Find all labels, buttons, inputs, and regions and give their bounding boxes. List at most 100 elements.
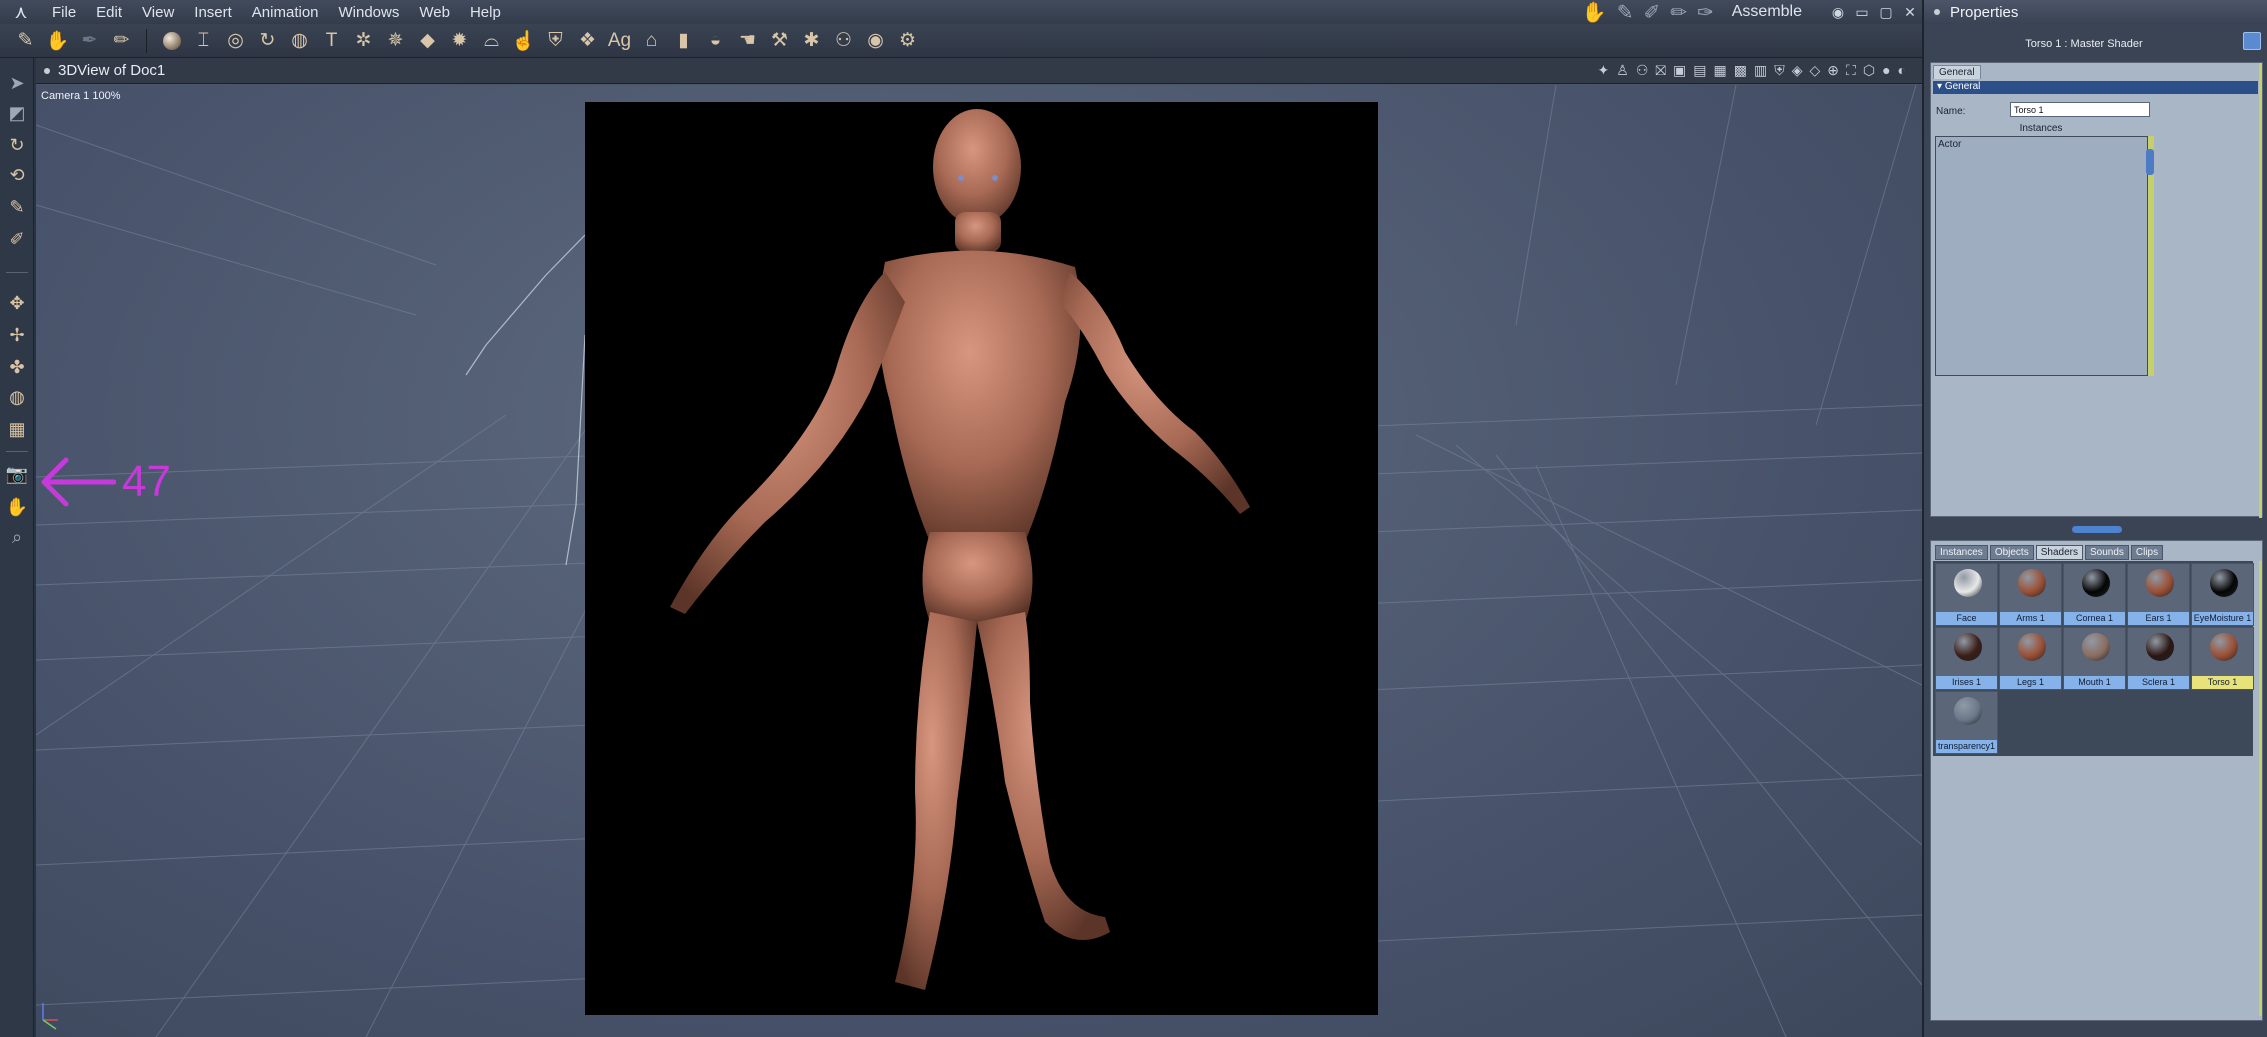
fitting-room-icon[interactable]: ✐ [1643, 0, 1660, 25]
figure-icon[interactable]: ♙ [1616, 62, 1629, 79]
shader-thumbnail[interactable]: transparency1 [1935, 691, 1998, 754]
menu-view[interactable]: View [132, 4, 184, 21]
camera-controls-icon[interactable]: ⛝ [1655, 62, 1666, 79]
direct-select-icon[interactable]: ◩ [4, 100, 30, 126]
cloth-prop-icon[interactable]: ⌓ [478, 27, 505, 54]
properties-scrollbar[interactable] [2259, 63, 2262, 518]
cylinder-prop-icon[interactable]: ▮ [670, 27, 697, 54]
rotate-tool-icon[interactable]: ↻ [4, 132, 30, 158]
column-prop-icon[interactable]: ⌶ [190, 27, 217, 54]
rotate-prop-icon[interactable]: ↻ [254, 27, 281, 54]
shader-thumbnail[interactable]: Mouth 1 [2063, 627, 2126, 690]
scale-tool-icon[interactable]: ✐ [4, 226, 30, 252]
shader-thumbnail[interactable]: EyeMoisture 1 [2191, 563, 2254, 626]
tab-clips[interactable]: Clips [2130, 545, 2164, 560]
cube-display-icon[interactable]: ◇ [1810, 62, 1821, 79]
box-prop-icon[interactable]: ◆ [414, 27, 441, 54]
instances-scroll-thumb[interactable] [2146, 149, 2154, 175]
menu-help[interactable]: Help [460, 4, 511, 21]
hair-room-icon[interactable]: ✑ [1697, 0, 1714, 25]
group-icon[interactable]: ⚇ [1636, 62, 1649, 79]
name-field[interactable] [2010, 102, 2150, 117]
menu-web[interactable]: Web [409, 4, 460, 21]
panel-menu-dot-icon[interactable] [1934, 9, 1940, 15]
maximize-icon[interactable]: ▢ [1874, 4, 1898, 21]
menu-animation[interactable]: Animation [242, 4, 329, 21]
bounding-icon[interactable]: ◈ [1792, 62, 1803, 79]
tab-objects[interactable]: Objects [1989, 545, 2034, 560]
wireframe-icon[interactable]: ⊕ [1827, 62, 1839, 79]
smooth-shade-icon[interactable]: ● [1882, 62, 1890, 79]
brush-tool-icon[interactable]: ✎ [4, 194, 30, 220]
pin-icon[interactable] [2243, 32, 2261, 50]
list-item[interactable]: Actor [1936, 137, 2147, 152]
layout-single-icon[interactable]: ▣ [1673, 62, 1686, 79]
section-general-header[interactable]: ▾ General [1933, 81, 2258, 94]
eye-icon[interactable]: ◉ [1826, 4, 1850, 21]
shader-thumbnail[interactable]: Sclera 1 [2127, 627, 2190, 690]
pen-icon[interactable]: ✒ [76, 27, 103, 54]
wheel-prop-icon[interactable]: ✵ [382, 27, 409, 54]
layout-four-icon[interactable]: ▦ [1714, 62, 1727, 79]
menu-edit[interactable]: Edit [86, 4, 132, 21]
tab-instances[interactable]: Instances [1935, 545, 1988, 560]
ring-prop-icon[interactable]: ◍ [286, 27, 313, 54]
viewport-canvas[interactable]: Camera 1 100% [36, 85, 1922, 1037]
pose-room-icon[interactable]: ✋ [1582, 0, 1607, 25]
zoom-magnifier-icon[interactable]: ⌕ [4, 524, 30, 550]
twist-tool-icon[interactable]: ⟲ [4, 162, 30, 188]
bug-prop-icon[interactable]: ✱ [798, 27, 825, 54]
library-scrollbar[interactable] [2259, 561, 2262, 1016]
paint-brush-icon[interactable]: ✎ [12, 27, 39, 54]
figures-prop-icon[interactable]: ⚇ [830, 27, 857, 54]
gear-prop-icon[interactable]: ✲ [350, 27, 377, 54]
pipe-prop-icon[interactable]: ⚒ [766, 27, 793, 54]
sphere-prop-icon[interactable] [158, 27, 185, 54]
room-name[interactable]: Assemble [1732, 3, 1802, 21]
tab-sounds[interactable]: Sounds [2084, 545, 2129, 560]
viewport-menu-dot-icon[interactable] [44, 67, 50, 74]
layout-grid-icon[interactable]: ▩ [1734, 62, 1747, 79]
target-prop-icon[interactable]: ◉ [862, 27, 889, 54]
torus-prop-icon[interactable]: ◎ [222, 27, 249, 54]
instances-list[interactable]: Actor [1935, 136, 2148, 376]
cloth-room-icon[interactable]: ✏ [1670, 0, 1687, 25]
spikes-prop-icon[interactable]: ✹ [446, 27, 473, 54]
shield-display-icon[interactable]: ⛨ [1774, 62, 1785, 79]
material-room-icon[interactable]: ✎ [1617, 0, 1634, 25]
tab-shaders[interactable]: Shaders [2035, 545, 2083, 560]
shader-thumbnail[interactable]: Face [1935, 563, 1998, 626]
translate-xy-icon[interactable]: ✥ [4, 290, 30, 316]
shader-thumbnail[interactable]: Cornea 1 [2063, 563, 2126, 626]
pencil-tool-icon[interactable]: ✏ [108, 27, 135, 54]
shader-thumbnail[interactable]: Irises 1 [1935, 627, 1998, 690]
ornament-prop-icon[interactable]: ❖ [574, 27, 601, 54]
camera-icon[interactable]: 📷 [4, 461, 30, 487]
tab-general[interactable]: General [1933, 65, 1981, 79]
lights-icon[interactable]: ✦ [1598, 62, 1610, 79]
select-arrow-icon[interactable]: ➤ [4, 70, 30, 96]
outline-icon[interactable]: ⛶ [1846, 62, 1856, 79]
menu-file[interactable]: File [42, 4, 86, 21]
house-prop-icon[interactable]: ⌂ [638, 27, 665, 54]
grab-icon[interactable]: ✋ [44, 27, 71, 54]
poser-logo-icon[interactable]: ⋏ [0, 0, 42, 24]
translate-xz-icon[interactable]: ✢ [4, 322, 30, 348]
texture-shade-icon[interactable]: ◐ [1898, 62, 1906, 79]
flat-shade-icon[interactable]: ⬡ [1863, 62, 1875, 79]
hand-prop-icon[interactable]: ☝ [510, 27, 537, 54]
wrench-prop-icon[interactable]: ⚙ [894, 27, 921, 54]
text-prop-icon[interactable]: T [318, 27, 345, 54]
human-figure[interactable] [585, 102, 1378, 1015]
pan-hand-icon[interactable]: ✋ [4, 494, 30, 520]
close-icon[interactable]: ✕ [1898, 4, 1922, 21]
bowl-prop-icon[interactable]: ◒ [702, 27, 729, 54]
shader-thumbnail[interactable]: Arms 1 [1999, 563, 2062, 626]
trackball-icon[interactable]: ✤ [4, 354, 30, 380]
shader-thumbnail[interactable]: Legs 1 [1999, 627, 2062, 690]
hand-model-prop-icon[interactable]: ☚ [734, 27, 761, 54]
minimize-icon[interactable]: ▭ [1850, 4, 1874, 21]
scene-icon[interactable]: ▦ [4, 416, 30, 442]
layout-list-icon[interactable]: ▥ [1754, 62, 1767, 79]
shader-thumbnail[interactable]: Torso 1 [2191, 627, 2254, 690]
